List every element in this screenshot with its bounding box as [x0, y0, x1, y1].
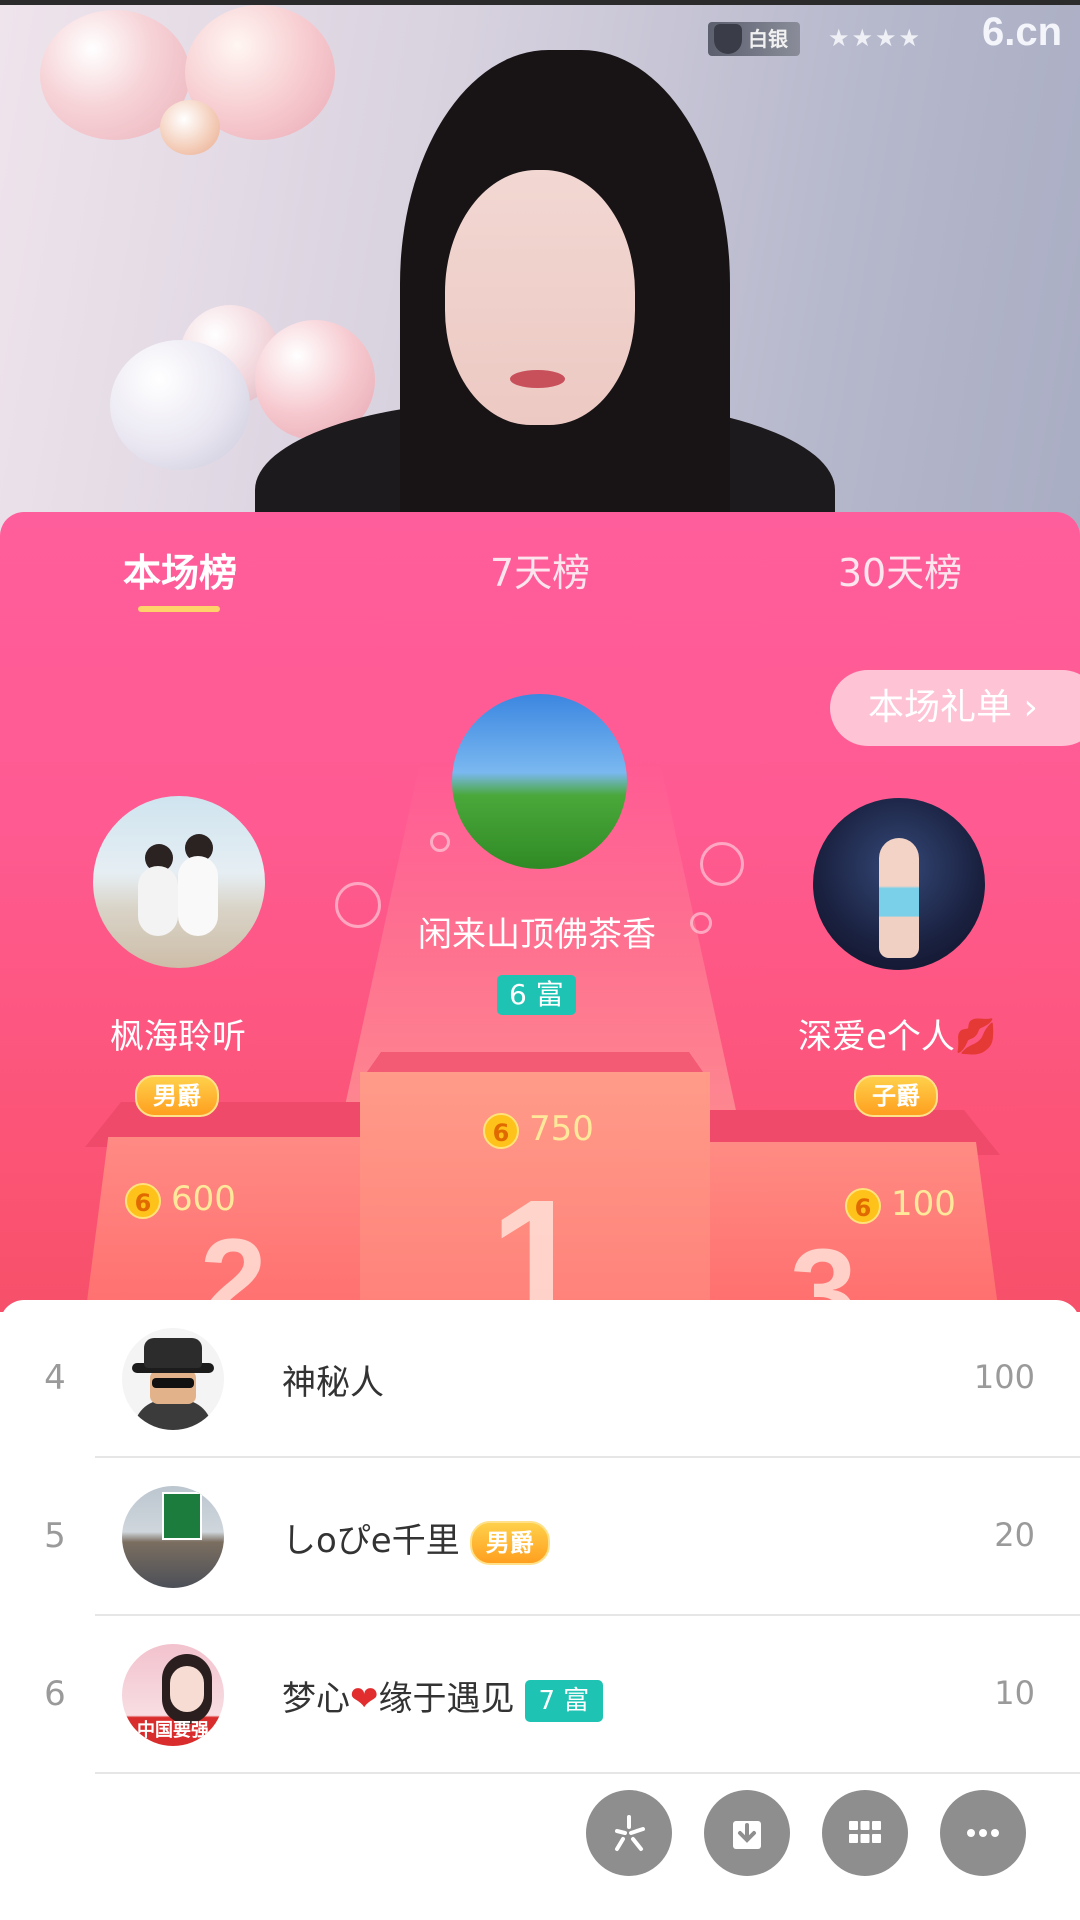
rich-badge: 7 富	[524, 1679, 604, 1722]
first-place-amount: 6 750	[483, 1109, 594, 1149]
site-logo: 6.cn	[982, 10, 1063, 54]
bubble-decoration	[690, 912, 712, 934]
list-item[interactable]: 5 しoぴe千里 男爵 20	[0, 1458, 1080, 1616]
rank-number: 4	[44, 1358, 66, 1398]
ranking-panel: 本场榜 7天榜 30天榜 本场礼单 › 1 2 3 闲来山顶佛茶香 6 富 67…	[0, 512, 1080, 1312]
user-name-row: しoぴe千里 男爵	[282, 1513, 550, 1565]
streamer-lips	[510, 370, 565, 388]
podium-number-3: 3	[790, 1224, 857, 1312]
more-icon	[967, 1829, 999, 1837]
more-button[interactable]	[940, 1790, 1026, 1876]
second-place-avatar[interactable]	[93, 796, 265, 968]
user-name: しoぴe千里	[282, 1521, 460, 1561]
avatar-caption: 中国要强	[137, 1720, 209, 1741]
list-item[interactable]: 4 神秘人 100	[0, 1300, 1080, 1458]
second-place-amount: 6 600	[125, 1179, 236, 1219]
first-place-avatar[interactable]	[452, 694, 627, 869]
second-place-name: 枫海聆听	[110, 1017, 246, 1057]
user-name-row: 梦心❤缘于遇见 7 富	[282, 1671, 604, 1722]
user-score: 20	[994, 1516, 1035, 1554]
third-place-amount: 6 100	[845, 1184, 956, 1224]
user-score: 10	[994, 1674, 1035, 1712]
user-name: 神秘人	[282, 1363, 384, 1403]
second-place-noble-badge: 男爵	[135, 1075, 219, 1117]
divider	[95, 1772, 1080, 1774]
coin-icon: 6	[845, 1187, 881, 1224]
first-place-rich-badge: 6 富	[497, 975, 576, 1015]
rank-number: 5	[44, 1516, 66, 1556]
noble-badge: 男爵	[469, 1520, 550, 1565]
download-icon	[733, 1821, 761, 1849]
ranking-list[interactable]: 4 神秘人 100 5 しoぴe千里 男爵 20 6 中国要强 梦心❤缘于遇见 7 …	[0, 1300, 1080, 1920]
coin-icon: 6	[483, 1112, 519, 1149]
coin-icon: 6	[125, 1182, 161, 1219]
avatar[interactable]	[122, 1328, 224, 1430]
avatar[interactable]: 中国要强	[122, 1644, 224, 1746]
bubble-decoration	[335, 882, 381, 928]
third-place-avatar[interactable]	[813, 798, 985, 970]
tab-30-days[interactable]: 30天榜	[780, 542, 1020, 597]
bubble-decoration	[700, 842, 744, 886]
tab-7-days[interactable]: 7天榜	[420, 542, 660, 597]
balloon-decoration	[110, 340, 250, 470]
heart-icon: ❤	[350, 1679, 379, 1719]
level-badge-label: 白银	[748, 27, 788, 51]
download-button[interactable]	[704, 1790, 790, 1876]
live-video[interactable]: 白银 ★★★★ 6.cn	[0, 0, 1080, 540]
third-place-noble-badge: 子爵	[854, 1075, 938, 1117]
list-item[interactable]: 6 中国要强 梦心❤缘于遇见 7 富 10	[0, 1616, 1080, 1774]
second-place-amount-value: 600	[171, 1179, 236, 1219]
grid-icon	[849, 1821, 881, 1843]
shield-icon	[714, 24, 742, 54]
share-icon	[615, 1815, 645, 1851]
share-button[interactable]	[586, 1790, 672, 1876]
first-place-amount-value: 750	[529, 1109, 594, 1149]
first-place-name: 闲来山顶佛茶香	[418, 915, 656, 955]
user-name-part: 缘于遇见	[378, 1679, 515, 1719]
balloon-decoration	[160, 100, 220, 155]
status-bar	[0, 0, 1080, 5]
third-place-name: 深爱e个人💋	[798, 1017, 998, 1057]
active-tab-indicator	[138, 606, 220, 612]
podium-number-1: 1	[490, 1165, 585, 1312]
grid-button[interactable]	[822, 1790, 908, 1876]
user-score: 100	[973, 1358, 1035, 1396]
level-stars: ★★★★	[828, 24, 923, 52]
third-place-amount-value: 100	[891, 1184, 956, 1224]
bubble-decoration	[430, 832, 450, 852]
gift-list-button[interactable]: 本场礼单 ›	[830, 670, 1080, 746]
tab-current-session[interactable]: 本场榜	[60, 542, 300, 597]
level-badge: 白银	[708, 22, 800, 56]
user-name-part: 梦心	[282, 1679, 350, 1719]
avatar[interactable]	[122, 1486, 224, 1588]
ranking-tabs: 本场榜 7天榜 30天榜	[0, 512, 1080, 622]
podium-number-2: 2	[200, 1214, 267, 1312]
rank-number: 6	[44, 1674, 66, 1714]
